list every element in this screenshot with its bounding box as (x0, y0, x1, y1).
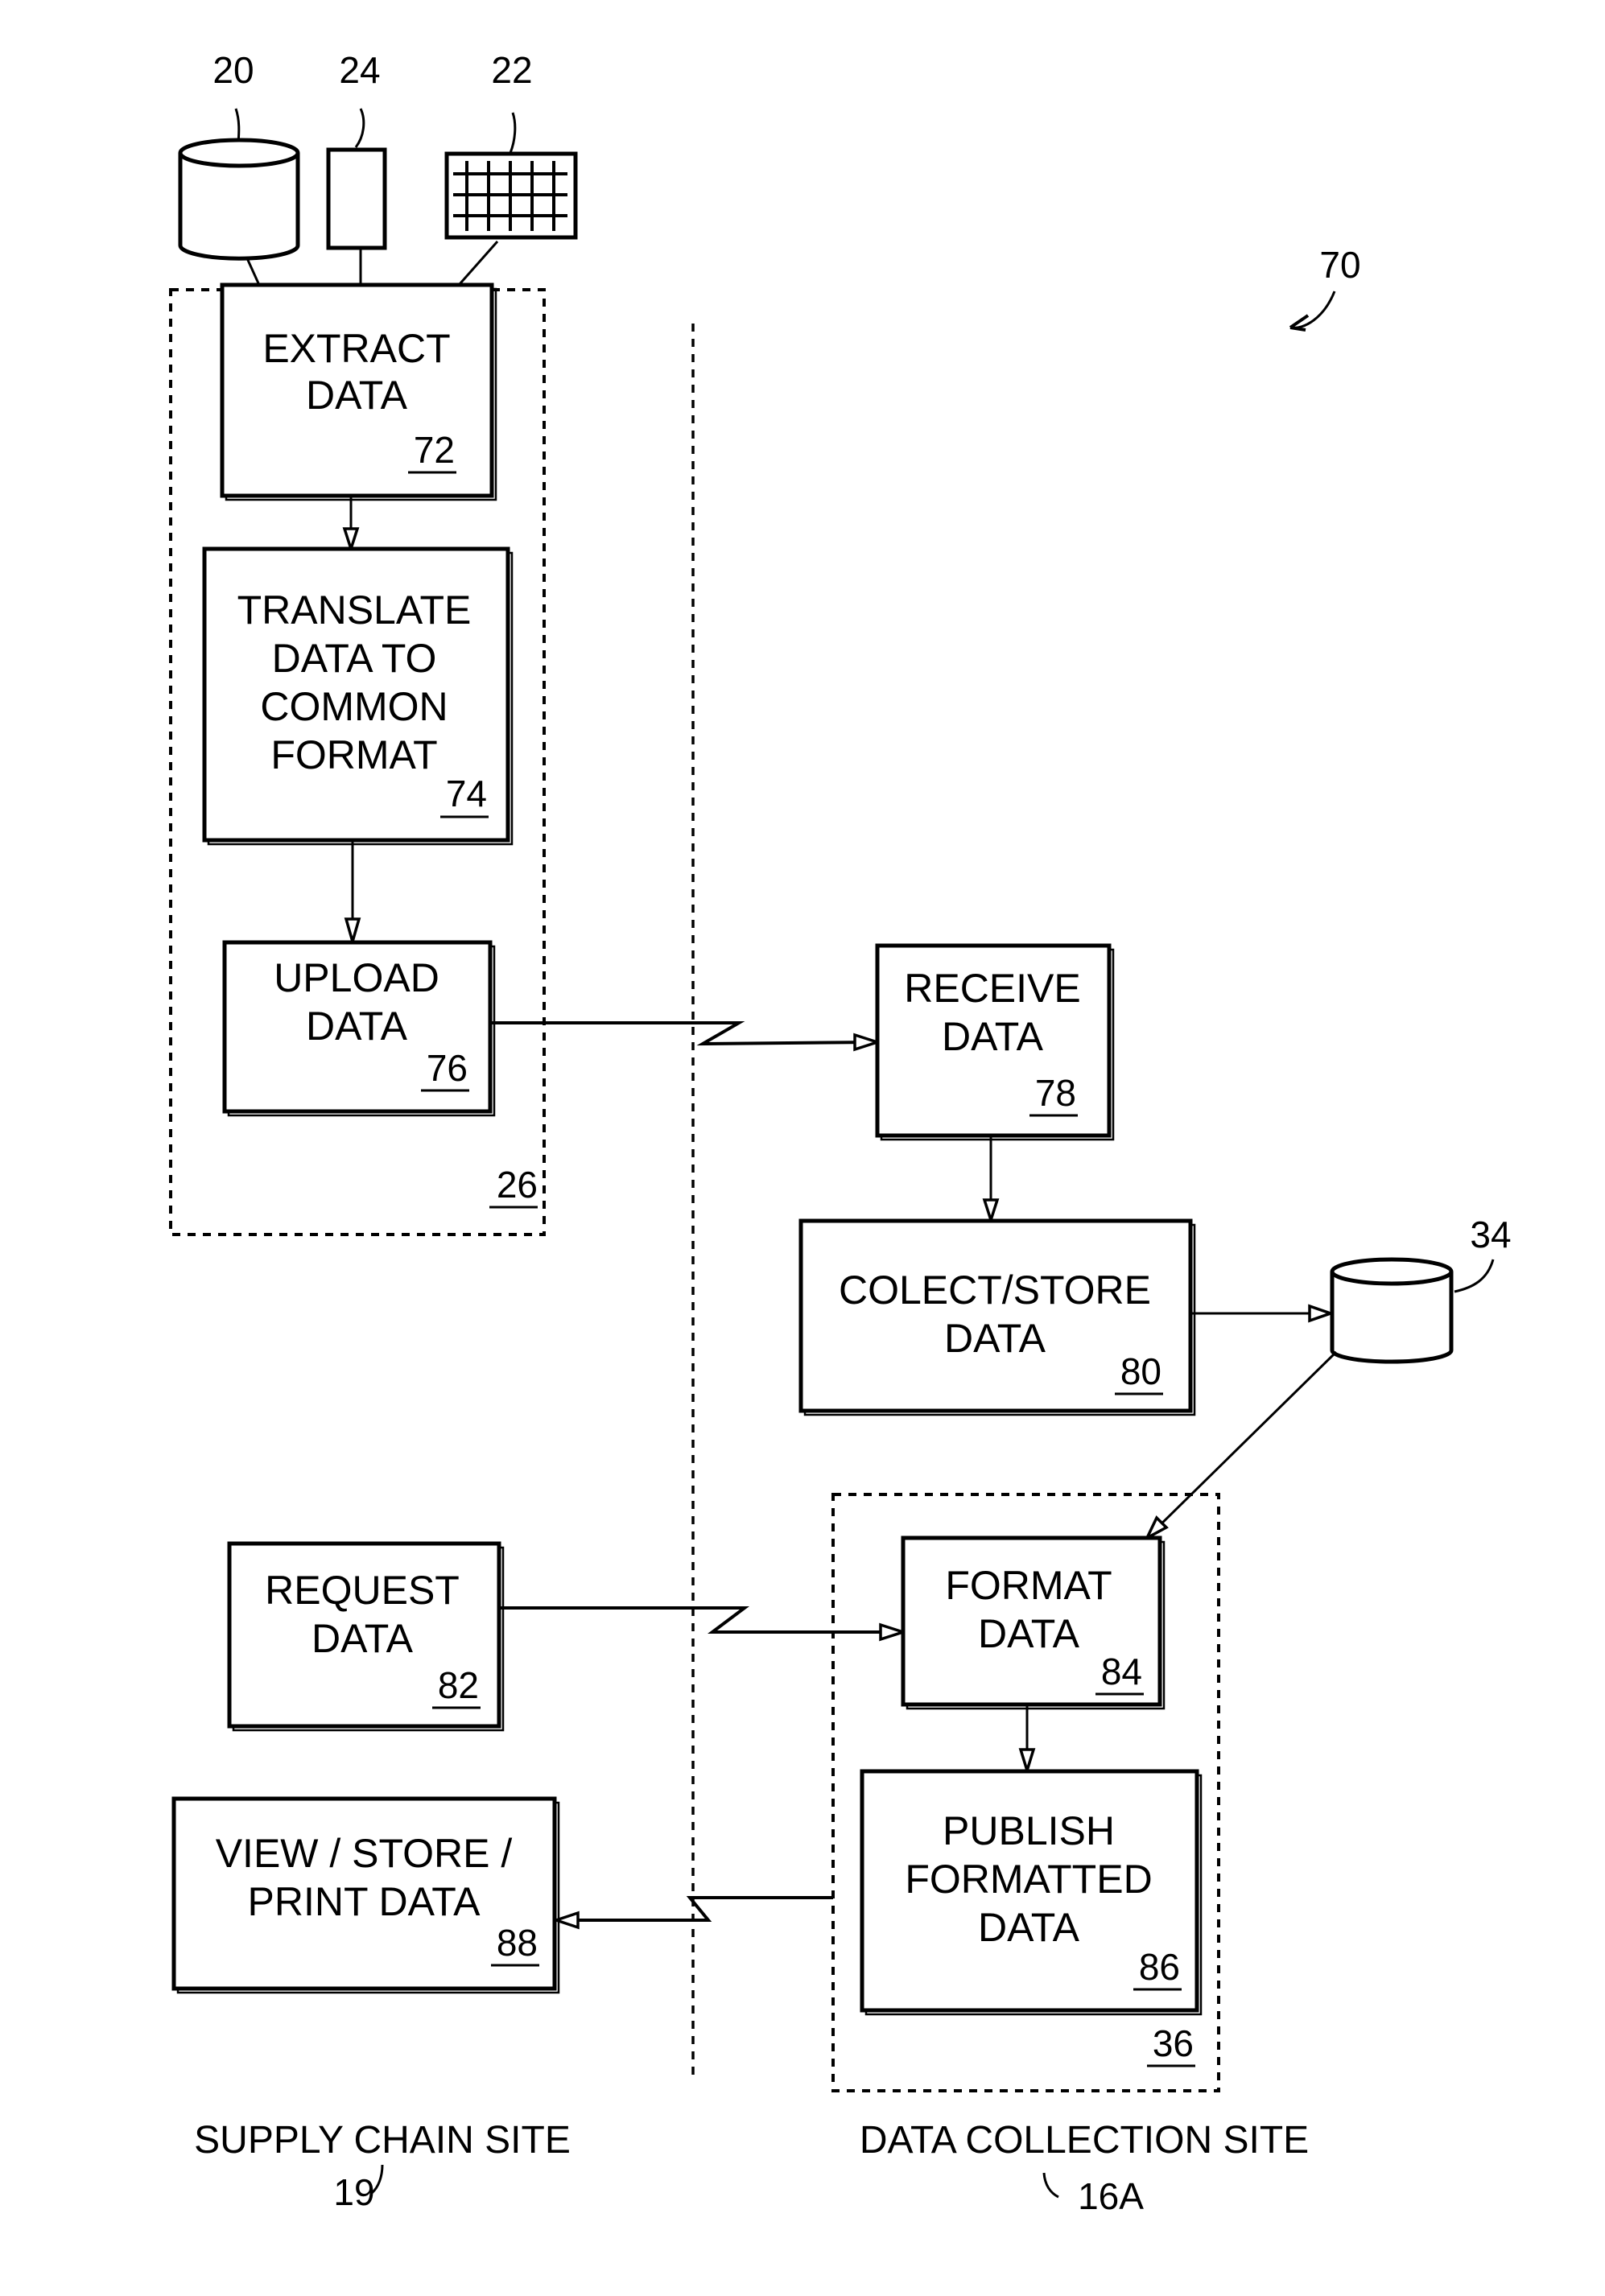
collect-ref: 80 (1120, 1350, 1161, 1392)
view-ref: 88 (497, 1922, 538, 1964)
arrow-head-icon (1018, 1748, 1036, 1775)
upload-ref: 76 (427, 1047, 468, 1089)
database-cylinder-icon (178, 138, 300, 261)
format-ref: 84 (1101, 1651, 1142, 1692)
source-22-ref: 22 (491, 49, 532, 91)
document-rect-icon (326, 147, 387, 250)
format-line-2: DATA (978, 1611, 1080, 1656)
network-link-publish-to-view (563, 1896, 833, 1922)
view-line-2: PRINT DATA (248, 1879, 481, 1924)
receive-line-1: RECEIVE (904, 966, 1081, 1011)
step-format-data[interactable]: FORMAT DATA 84 (901, 1535, 1166, 1710)
format-line-1: FORMAT (945, 1563, 1112, 1608)
source-spreadsheet-22: 22 (444, 49, 578, 240)
receive-line-2: DATA (942, 1014, 1044, 1059)
receive-ref: 78 (1035, 1072, 1076, 1114)
extract-line-1: EXTRACT (262, 326, 450, 371)
request-ref: 82 (438, 1664, 479, 1706)
step-translate-data[interactable]: TRANSLATE DATA TO COMMON FORMAT 74 (202, 546, 514, 846)
upload-line-1: UPLOAD (274, 955, 439, 1000)
collection-site-leader (1042, 2172, 1059, 2199)
supply-site-text: SUPPLY CHAIN SITE (194, 2119, 571, 2162)
request-line-1: REQUEST (265, 1568, 460, 1613)
source-24-ref: 24 (339, 49, 380, 91)
figure-ref: 70 (1289, 244, 1361, 332)
storage-database-34: 34 (1330, 1214, 1512, 1364)
supply-chain-site-label: SUPPLY CHAIN SITE 19 (194, 2119, 571, 2213)
data-collection-site-label: DATA COLLECTION SITE 16A (860, 2119, 1309, 2217)
arrow-head-icon (342, 527, 360, 554)
translate-line-2: DATA TO (272, 636, 437, 681)
group-26-ref: 26 (497, 1164, 538, 1206)
step-publish-formatted-data[interactable]: PUBLISH FORMATTED DATA 86 (860, 1769, 1203, 2016)
source-22-leader (509, 112, 517, 154)
storage-34-leader (1454, 1259, 1495, 1293)
publish-line-1: PUBLISH (943, 1808, 1115, 1853)
figure-ref-arrowhead-icon (1289, 314, 1310, 332)
source-20-ref: 20 (212, 49, 254, 91)
translate-ref: 74 (446, 773, 487, 814)
arrow-head-icon (853, 1033, 882, 1052)
network-link-request-to-format (499, 1606, 899, 1634)
step-receive-data[interactable]: RECEIVE DATA 78 (875, 943, 1115, 1141)
arrow-head-icon (344, 917, 361, 947)
translate-line-1: TRANSLATE (237, 587, 472, 633)
arrow-head-icon (982, 1198, 1000, 1225)
network-link-upload-to-receive (490, 1021, 874, 1046)
step-collect-store-data[interactable]: COLECT/STORE DATA 80 (798, 1218, 1196, 1416)
storage-34-ref: 34 (1470, 1214, 1511, 1255)
group-36-ref: 36 (1153, 2022, 1194, 2064)
collection-site-text: DATA COLLECTION SITE (860, 2119, 1309, 2162)
publish-line-3: DATA (978, 1905, 1080, 1950)
collect-line-2: DATA (944, 1316, 1046, 1361)
step-extract-data[interactable]: EXTRACT DATA 72 (220, 282, 497, 501)
figure-ref-number: 70 (1319, 244, 1360, 286)
step-upload-data[interactable]: UPLOAD DATA 76 (222, 940, 496, 1117)
source-document-24: 24 (326, 49, 387, 250)
flow-diagram: 70 20 24 22 26 EXTRACT DATA 72 TRANSLATE… (169, 49, 1512, 2217)
collect-line-1: COLECT/STORE (839, 1268, 1151, 1313)
arrow-head-icon (879, 1622, 908, 1642)
grid-spreadsheet-icon (444, 151, 578, 240)
arrow-head-icon (1308, 1304, 1335, 1323)
request-line-2: DATA (312, 1616, 414, 1661)
source-database-20: 20 (178, 49, 300, 261)
supply-site-ref: 19 (333, 2171, 374, 2213)
extract-line-2: DATA (306, 373, 408, 418)
publish-line-2: FORMATTED (905, 1857, 1152, 1902)
publish-ref: 86 (1139, 1946, 1180, 1988)
translate-line-3: COMMON (260, 684, 448, 729)
extract-ref: 72 (414, 429, 455, 471)
step-view-store-print-data[interactable]: VIEW / STORE / PRINT DATA 88 (171, 1796, 560, 1994)
translate-line-4: FORMAT (270, 732, 437, 777)
view-line-1: VIEW / STORE / (216, 1831, 513, 1876)
collection-site-ref: 16A (1078, 2175, 1144, 2217)
source-24-leader (354, 108, 365, 148)
database-cylinder-icon (1330, 1257, 1454, 1364)
upload-line-2: DATA (306, 1004, 408, 1049)
step-request-data[interactable]: REQUEST DATA 82 (227, 1541, 505, 1732)
